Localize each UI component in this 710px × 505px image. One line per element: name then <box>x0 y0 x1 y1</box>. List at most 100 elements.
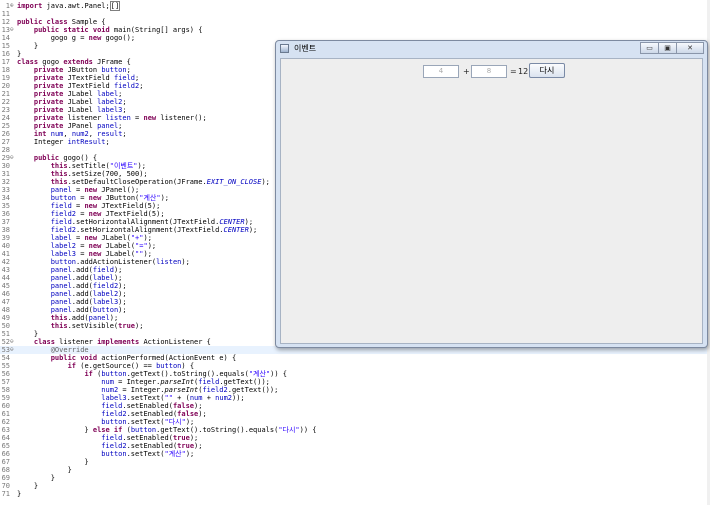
code-line[interactable]: 57 num = Integer.parseInt(field.getText(… <box>0 378 710 386</box>
code-line[interactable]: 13 ⊖ public static void main(String[] arg… <box>0 26 710 34</box>
code-line[interactable]: 58 num2 = Integer.parseInt(field2.getTex… <box>0 386 710 394</box>
code-line[interactable]: 60 field.setEnabled(false); <box>0 402 710 410</box>
code-token: main(String[] args) { <box>109 26 203 34</box>
code-line[interactable]: 55 if (e.getSource() == button) { <box>0 362 710 370</box>
code-text: private JLabel label2; <box>17 98 127 106</box>
code-token: private <box>33 106 64 114</box>
second-number-field[interactable]: 8 <box>471 65 507 78</box>
line-number: 24 <box>1 114 10 122</box>
code-token: parseInt <box>164 386 199 394</box>
close-icon: ✕ <box>687 44 693 52</box>
code-line[interactable]: 1 ⊕ import java.awt.Panel;[] <box>0 1 710 11</box>
code-line[interactable]: 67 } <box>0 458 710 466</box>
line-number: 17 <box>1 58 10 66</box>
code-token: "" <box>164 394 173 402</box>
code-text: class listener implements ActionListener… <box>17 338 211 346</box>
code-token: } <box>17 474 55 482</box>
code-token: field <box>113 74 136 82</box>
code-token: JLabel <box>63 90 98 98</box>
java-app-icon <box>280 44 289 53</box>
code-token: .getText()); <box>219 378 270 386</box>
line-number: 39 <box>1 234 10 242</box>
code-line[interactable]: 66 button.setText("계산"); <box>0 450 710 458</box>
line-number: 13 <box>1 26 10 34</box>
line-number: 49 <box>1 314 10 322</box>
code-line[interactable]: 65 field2.setEnabled(true); <box>0 442 710 450</box>
first-number-field[interactable]: 4 <box>423 65 459 78</box>
code-line[interactable]: 70 } <box>0 482 710 490</box>
equals-label: = <box>510 67 517 76</box>
retry-button[interactable]: 다시 <box>529 63 565 78</box>
window-title-bar[interactable]: 이벤트 ▭ ▣ ✕ <box>276 41 707 57</box>
code-line[interactable]: 61 field2.setEnabled(false); <box>0 410 710 418</box>
code-line[interactable]: 59 label3.setText("" + (num + num2)); <box>0 394 710 402</box>
code-token: parseInt <box>160 378 195 386</box>
code-line[interactable]: 64 field.setEnabled(true); <box>0 434 710 442</box>
code-text: private JTextField field2; <box>17 82 144 90</box>
line-number: 26 <box>1 130 10 138</box>
code-token: if <box>84 370 93 378</box>
code-token: ; <box>118 122 123 130</box>
code-token: button <box>92 306 119 314</box>
code-token: ); <box>113 274 123 282</box>
code-token: true <box>172 434 190 442</box>
code-line[interactable]: 63 } else if (button.getText().toString(… <box>0 426 710 434</box>
code-text: this.setSize(700, 500); <box>17 170 148 178</box>
line-number: 41 <box>1 250 10 258</box>
code-token: JTextField(5); <box>101 210 165 218</box>
code-token: JButton( <box>101 194 140 202</box>
code-text: private JPanel panel; <box>17 122 123 130</box>
code-text: this.setDefaultCloseOperation(JFrame.EXI… <box>17 178 270 186</box>
code-token: ActionListener { <box>139 338 211 346</box>
code-line[interactable]: 11 <box>0 10 710 18</box>
code-line[interactable]: 71} <box>0 490 710 498</box>
line-number: 40 <box>1 242 10 250</box>
code-token: field2 <box>50 226 77 234</box>
code-line[interactable]: 62 button.setText("다시"); <box>0 418 710 426</box>
minimize-button[interactable]: ▭ <box>640 42 659 54</box>
code-token: , <box>88 130 98 138</box>
code-token: panel <box>50 186 72 194</box>
code-token: } <box>17 42 39 50</box>
fold-toggle-icon[interactable]: ⊕ <box>10 2 15 10</box>
code-token: num2 <box>215 394 232 402</box>
code-token: )) { <box>299 426 317 434</box>
code-token: ); <box>113 266 123 274</box>
code-token: listen <box>156 258 182 266</box>
code-token: = <box>76 194 89 202</box>
code-token: true <box>118 322 136 330</box>
content-panel: 4 + 8 = 12 다시 <box>280 58 703 344</box>
code-token: } <box>17 482 39 490</box>
code-token: .setSize(700, 500); <box>67 170 148 178</box>
code-token: intResult <box>67 138 106 146</box>
fold-toggle-icon[interactable]: ⊖ <box>10 338 15 346</box>
code-token: panel <box>50 298 72 306</box>
code-token: button <box>156 362 182 370</box>
line-number: 36 <box>1 210 10 218</box>
code-token: label3 <box>101 394 127 402</box>
maximize-button[interactable]: ▣ <box>658 42 677 54</box>
code-line[interactable]: 54 public void actionPerformed(ActionEve… <box>0 354 710 362</box>
line-number: 61 <box>1 410 10 418</box>
code-token: } <box>17 50 22 58</box>
line-number: 23 <box>1 106 10 114</box>
code-token: new <box>84 202 98 210</box>
code-line[interactable]: 12 public class Sample { <box>0 18 710 26</box>
code-line[interactable]: 69 } <box>0 474 710 482</box>
code-token: int <box>33 130 47 138</box>
code-token: gogo(); <box>101 34 136 42</box>
code-token: , <box>63 130 72 138</box>
code-text: button.addActionListener(listen); <box>17 258 190 266</box>
code-token: listen <box>105 114 131 122</box>
code-token: ); <box>261 178 270 186</box>
close-button[interactable]: ✕ <box>676 42 704 54</box>
code-text: int num, num2, result; <box>17 130 127 138</box>
fold-toggle-icon[interactable]: ⊖ <box>10 346 15 354</box>
code-line[interactable]: 56 if (button.getText().toString().equal… <box>0 370 710 378</box>
code-token: ; <box>122 98 127 106</box>
code-line[interactable]: 68 } <box>0 466 710 474</box>
fold-toggle-icon[interactable]: ⊖ <box>10 154 15 162</box>
fold-toggle-icon[interactable]: ⊖ <box>10 26 15 34</box>
